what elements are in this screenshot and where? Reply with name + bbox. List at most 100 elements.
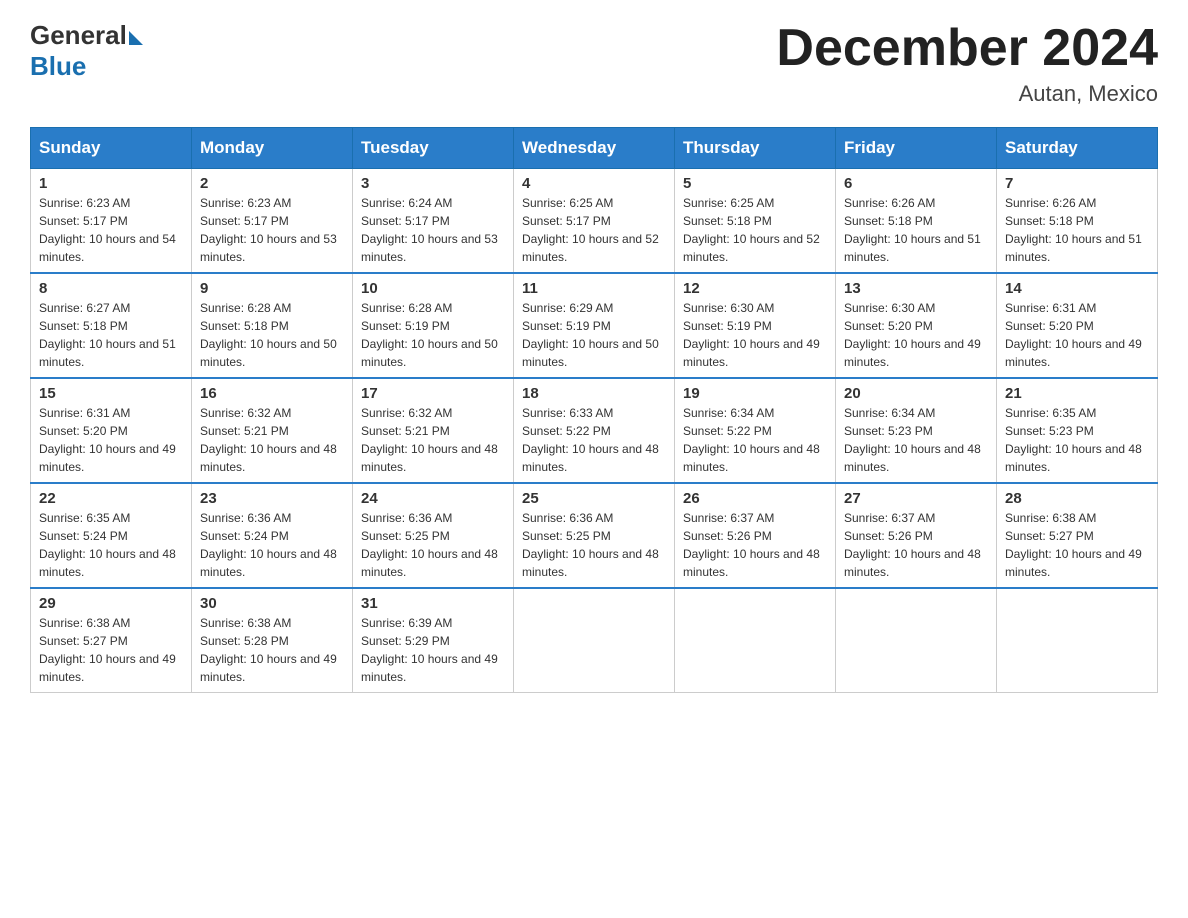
column-header-tuesday: Tuesday [353, 128, 514, 169]
calendar-cell: 25 Sunrise: 6:36 AMSunset: 5:25 PMDaylig… [514, 483, 675, 588]
day-detail: Sunrise: 6:25 AMSunset: 5:18 PMDaylight:… [683, 194, 827, 266]
calendar-cell: 21 Sunrise: 6:35 AMSunset: 5:23 PMDaylig… [997, 378, 1158, 483]
day-detail: Sunrise: 6:26 AMSunset: 5:18 PMDaylight:… [1005, 194, 1149, 266]
day-number: 29 [39, 595, 183, 612]
calendar-header-row: SundayMondayTuesdayWednesdayThursdayFrid… [31, 128, 1158, 169]
calendar-cell: 9 Sunrise: 6:28 AMSunset: 5:18 PMDayligh… [192, 273, 353, 378]
day-detail: Sunrise: 6:36 AMSunset: 5:24 PMDaylight:… [200, 509, 344, 581]
day-number: 2 [200, 175, 344, 192]
calendar-cell: 11 Sunrise: 6:29 AMSunset: 5:19 PMDaylig… [514, 273, 675, 378]
month-title: December 2024 [776, 20, 1158, 77]
day-number: 25 [522, 490, 666, 507]
logo: General Blue [30, 20, 143, 82]
column-header-sunday: Sunday [31, 128, 192, 169]
day-number: 6 [844, 175, 988, 192]
day-number: 3 [361, 175, 505, 192]
calendar-week-row: 15 Sunrise: 6:31 AMSunset: 5:20 PMDaylig… [31, 378, 1158, 483]
calendar-cell: 22 Sunrise: 6:35 AMSunset: 5:24 PMDaylig… [31, 483, 192, 588]
day-number: 26 [683, 490, 827, 507]
day-detail: Sunrise: 6:29 AMSunset: 5:19 PMDaylight:… [522, 299, 666, 371]
calendar-cell: 1 Sunrise: 6:23 AMSunset: 5:17 PMDayligh… [31, 169, 192, 274]
calendar-cell: 3 Sunrise: 6:24 AMSunset: 5:17 PMDayligh… [353, 169, 514, 274]
logo-blue-text: Blue [30, 51, 86, 82]
column-header-monday: Monday [192, 128, 353, 169]
title-block: December 2024 Autan, Mexico [776, 20, 1158, 107]
calendar-cell: 30 Sunrise: 6:38 AMSunset: 5:28 PMDaylig… [192, 588, 353, 693]
day-number: 4 [522, 175, 666, 192]
calendar-cell: 24 Sunrise: 6:36 AMSunset: 5:25 PMDaylig… [353, 483, 514, 588]
day-number: 16 [200, 385, 344, 402]
calendar-cell: 14 Sunrise: 6:31 AMSunset: 5:20 PMDaylig… [997, 273, 1158, 378]
day-detail: Sunrise: 6:34 AMSunset: 5:23 PMDaylight:… [844, 404, 988, 476]
day-detail: Sunrise: 6:38 AMSunset: 5:28 PMDaylight:… [200, 614, 344, 686]
day-number: 20 [844, 385, 988, 402]
calendar-cell: 4 Sunrise: 6:25 AMSunset: 5:17 PMDayligh… [514, 169, 675, 274]
calendar-cell [997, 588, 1158, 693]
column-header-thursday: Thursday [675, 128, 836, 169]
calendar-cell [514, 588, 675, 693]
day-detail: Sunrise: 6:39 AMSunset: 5:29 PMDaylight:… [361, 614, 505, 686]
column-header-wednesday: Wednesday [514, 128, 675, 169]
day-number: 24 [361, 490, 505, 507]
day-number: 31 [361, 595, 505, 612]
day-detail: Sunrise: 6:28 AMSunset: 5:19 PMDaylight:… [361, 299, 505, 371]
day-number: 5 [683, 175, 827, 192]
day-detail: Sunrise: 6:23 AMSunset: 5:17 PMDaylight:… [39, 194, 183, 266]
day-number: 18 [522, 385, 666, 402]
day-detail: Sunrise: 6:38 AMSunset: 5:27 PMDaylight:… [1005, 509, 1149, 581]
day-number: 12 [683, 280, 827, 297]
calendar-cell: 17 Sunrise: 6:32 AMSunset: 5:21 PMDaylig… [353, 378, 514, 483]
calendar-cell: 28 Sunrise: 6:38 AMSunset: 5:27 PMDaylig… [997, 483, 1158, 588]
day-detail: Sunrise: 6:33 AMSunset: 5:22 PMDaylight:… [522, 404, 666, 476]
calendar-cell: 12 Sunrise: 6:30 AMSunset: 5:19 PMDaylig… [675, 273, 836, 378]
day-detail: Sunrise: 6:35 AMSunset: 5:23 PMDaylight:… [1005, 404, 1149, 476]
day-detail: Sunrise: 6:37 AMSunset: 5:26 PMDaylight:… [844, 509, 988, 581]
day-detail: Sunrise: 6:23 AMSunset: 5:17 PMDaylight:… [200, 194, 344, 266]
calendar-cell: 13 Sunrise: 6:30 AMSunset: 5:20 PMDaylig… [836, 273, 997, 378]
calendar-cell: 19 Sunrise: 6:34 AMSunset: 5:22 PMDaylig… [675, 378, 836, 483]
day-detail: Sunrise: 6:31 AMSunset: 5:20 PMDaylight:… [39, 404, 183, 476]
calendar-week-row: 8 Sunrise: 6:27 AMSunset: 5:18 PMDayligh… [31, 273, 1158, 378]
calendar-cell: 18 Sunrise: 6:33 AMSunset: 5:22 PMDaylig… [514, 378, 675, 483]
day-detail: Sunrise: 6:37 AMSunset: 5:26 PMDaylight:… [683, 509, 827, 581]
day-detail: Sunrise: 6:30 AMSunset: 5:19 PMDaylight:… [683, 299, 827, 371]
day-number: 28 [1005, 490, 1149, 507]
calendar-cell [836, 588, 997, 693]
calendar-week-row: 1 Sunrise: 6:23 AMSunset: 5:17 PMDayligh… [31, 169, 1158, 274]
calendar-table: SundayMondayTuesdayWednesdayThursdayFrid… [30, 127, 1158, 693]
day-detail: Sunrise: 6:25 AMSunset: 5:17 PMDaylight:… [522, 194, 666, 266]
logo-arrow-icon [129, 31, 143, 45]
calendar-cell: 2 Sunrise: 6:23 AMSunset: 5:17 PMDayligh… [192, 169, 353, 274]
day-detail: Sunrise: 6:24 AMSunset: 5:17 PMDaylight:… [361, 194, 505, 266]
calendar-week-row: 22 Sunrise: 6:35 AMSunset: 5:24 PMDaylig… [31, 483, 1158, 588]
calendar-cell: 7 Sunrise: 6:26 AMSunset: 5:18 PMDayligh… [997, 169, 1158, 274]
location-label: Autan, Mexico [776, 81, 1158, 107]
day-detail: Sunrise: 6:27 AMSunset: 5:18 PMDaylight:… [39, 299, 183, 371]
day-number: 17 [361, 385, 505, 402]
page-header: General Blue December 2024 Autan, Mexico [30, 20, 1158, 107]
day-number: 8 [39, 280, 183, 297]
day-number: 15 [39, 385, 183, 402]
calendar-cell: 8 Sunrise: 6:27 AMSunset: 5:18 PMDayligh… [31, 273, 192, 378]
calendar-cell: 5 Sunrise: 6:25 AMSunset: 5:18 PMDayligh… [675, 169, 836, 274]
calendar-cell: 15 Sunrise: 6:31 AMSunset: 5:20 PMDaylig… [31, 378, 192, 483]
calendar-cell: 20 Sunrise: 6:34 AMSunset: 5:23 PMDaylig… [836, 378, 997, 483]
day-number: 7 [1005, 175, 1149, 192]
column-header-saturday: Saturday [997, 128, 1158, 169]
day-number: 23 [200, 490, 344, 507]
calendar-cell: 26 Sunrise: 6:37 AMSunset: 5:26 PMDaylig… [675, 483, 836, 588]
calendar-cell: 31 Sunrise: 6:39 AMSunset: 5:29 PMDaylig… [353, 588, 514, 693]
calendar-cell: 27 Sunrise: 6:37 AMSunset: 5:26 PMDaylig… [836, 483, 997, 588]
calendar-cell: 10 Sunrise: 6:28 AMSunset: 5:19 PMDaylig… [353, 273, 514, 378]
day-detail: Sunrise: 6:31 AMSunset: 5:20 PMDaylight:… [1005, 299, 1149, 371]
column-header-friday: Friday [836, 128, 997, 169]
day-number: 9 [200, 280, 344, 297]
day-detail: Sunrise: 6:32 AMSunset: 5:21 PMDaylight:… [200, 404, 344, 476]
day-detail: Sunrise: 6:36 AMSunset: 5:25 PMDaylight:… [361, 509, 505, 581]
logo-general-text: General [30, 20, 127, 51]
day-detail: Sunrise: 6:28 AMSunset: 5:18 PMDaylight:… [200, 299, 344, 371]
day-number: 13 [844, 280, 988, 297]
day-detail: Sunrise: 6:36 AMSunset: 5:25 PMDaylight:… [522, 509, 666, 581]
day-number: 21 [1005, 385, 1149, 402]
calendar-cell [675, 588, 836, 693]
